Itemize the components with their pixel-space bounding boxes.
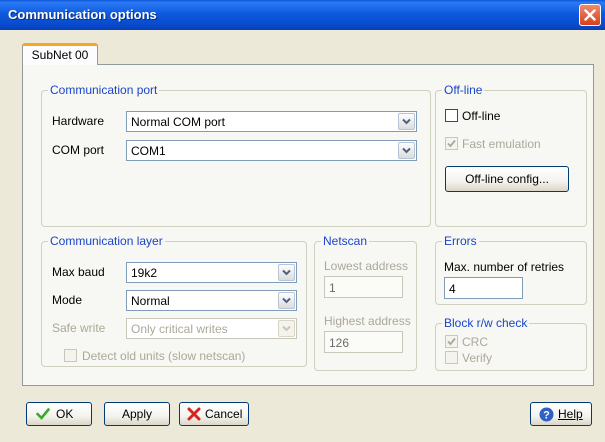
- com-port-value: COM1: [131, 144, 166, 158]
- mode-label: Mode: [52, 293, 83, 307]
- chevron-down-icon: [402, 147, 411, 154]
- hardware-dropdown[interactable]: Normal COM port: [126, 111, 417, 132]
- communication-port-title: Communication port: [48, 83, 160, 97]
- netscan-title: Netscan: [321, 234, 370, 248]
- fast-emulation-label: Fast emulation: [462, 137, 541, 151]
- tab-panel: Communication port Hardware Normal COM p…: [22, 64, 594, 386]
- mode-value: Normal: [131, 294, 170, 308]
- apply-button-label: Apply: [121, 407, 153, 421]
- offline-checkbox-label: Off-line: [462, 109, 501, 123]
- title-bar[interactable]: Communication options: [0, 0, 605, 30]
- crc-checkbox[interactable]: [445, 335, 458, 348]
- chevron-down-icon: [282, 269, 291, 276]
- lowest-address-input[interactable]: 1: [324, 276, 403, 298]
- offline-config-button-label: Off-line config...: [465, 172, 549, 186]
- crc-label: CRC: [462, 335, 488, 349]
- max-baud-dropdown[interactable]: 19k2: [126, 262, 297, 283]
- detect-old-units-checkbox[interactable]: [64, 349, 77, 362]
- hardware-value: Normal COM port: [131, 115, 226, 129]
- verify-checkbox[interactable]: [445, 351, 458, 364]
- help-button-label: Help: [558, 407, 583, 421]
- close-button[interactable]: [579, 4, 601, 26]
- tab-subnet-00[interactable]: SubNet 00: [22, 43, 98, 65]
- hardware-dropdown-arrow[interactable]: [398, 113, 415, 130]
- communication-layer-title: Communication layer: [48, 234, 165, 248]
- lowest-address-label: Lowest address: [324, 259, 409, 273]
- com-port-dropdown-arrow[interactable]: [398, 142, 415, 159]
- safe-write-value: Only critical writes: [131, 322, 228, 336]
- block-rw-check-group: Block r/w check CRC Verify: [435, 316, 587, 371]
- communication-options-window: Communication options SubNet 00 Communic…: [0, 0, 605, 442]
- offline-group: Off-line Off-line Fast emulation Off-lin…: [435, 83, 587, 227]
- safe-write-dropdown-arrow[interactable]: [278, 320, 295, 337]
- communication-port-group: Communication port Hardware Normal COM p…: [41, 83, 431, 227]
- close-icon: [584, 9, 596, 21]
- max-retries-value: 4: [449, 282, 456, 296]
- help-icon: ?: [539, 407, 554, 422]
- apply-button[interactable]: Apply: [104, 402, 170, 426]
- svg-text:?: ?: [543, 410, 550, 422]
- cancel-button-label: Cancel: [205, 407, 243, 421]
- errors-group: Errors Max. number of retries 4: [435, 234, 587, 305]
- max-baud-label: Max baud: [52, 265, 105, 279]
- lowest-address-value: 1: [329, 281, 336, 295]
- com-port-label: COM port: [52, 143, 105, 157]
- max-baud-value: 19k2: [131, 266, 158, 280]
- com-port-dropdown[interactable]: COM1: [126, 140, 417, 161]
- highest-address-input[interactable]: 126: [324, 331, 403, 353]
- hardware-label: Hardware: [52, 114, 105, 128]
- max-retries-input[interactable]: 4: [444, 277, 523, 299]
- chevron-down-icon: [282, 297, 291, 304]
- verify-label: Verify: [462, 351, 493, 365]
- ok-button-label: OK: [56, 407, 74, 421]
- mode-dropdown-arrow[interactable]: [278, 292, 295, 309]
- communication-layer-group: Communication layer Max baud 19k2 Mode N…: [41, 234, 307, 367]
- offline-checkbox[interactable]: [445, 109, 458, 122]
- cancel-x-icon: [187, 407, 201, 421]
- checkmark-icon: [447, 337, 456, 346]
- ok-button[interactable]: OK: [26, 402, 92, 426]
- safe-write-dropdown[interactable]: Only critical writes: [126, 318, 297, 339]
- highest-address-label: Highest address: [324, 314, 411, 328]
- netscan-group: Netscan Lowest address 1 Highest address…: [314, 234, 417, 371]
- window-title: Communication options: [8, 7, 157, 22]
- tab-label: SubNet 00: [31, 48, 89, 62]
- highest-address-value: 126: [329, 336, 350, 350]
- max-retries-label: Max. number of retries: [444, 260, 565, 274]
- detect-old-units-label: Detect old units (slow netscan): [82, 349, 246, 363]
- help-button[interactable]: ? Help: [530, 402, 592, 426]
- chevron-down-icon: [282, 325, 291, 332]
- block-rw-check-title: Block r/w check: [442, 316, 530, 330]
- chevron-down-icon: [402, 118, 411, 125]
- max-baud-dropdown-arrow[interactable]: [278, 264, 295, 281]
- checkmark-icon: [447, 139, 456, 148]
- errors-title: Errors: [442, 234, 479, 248]
- fast-emulation-checkbox[interactable]: [445, 137, 458, 150]
- checkmark-icon: [36, 408, 50, 420]
- safe-write-label: Safe write: [52, 321, 106, 335]
- cancel-button[interactable]: Cancel: [179, 402, 249, 426]
- mode-dropdown[interactable]: Normal: [126, 290, 297, 311]
- offline-title: Off-line: [442, 83, 485, 97]
- offline-config-button[interactable]: Off-line config...: [445, 166, 569, 192]
